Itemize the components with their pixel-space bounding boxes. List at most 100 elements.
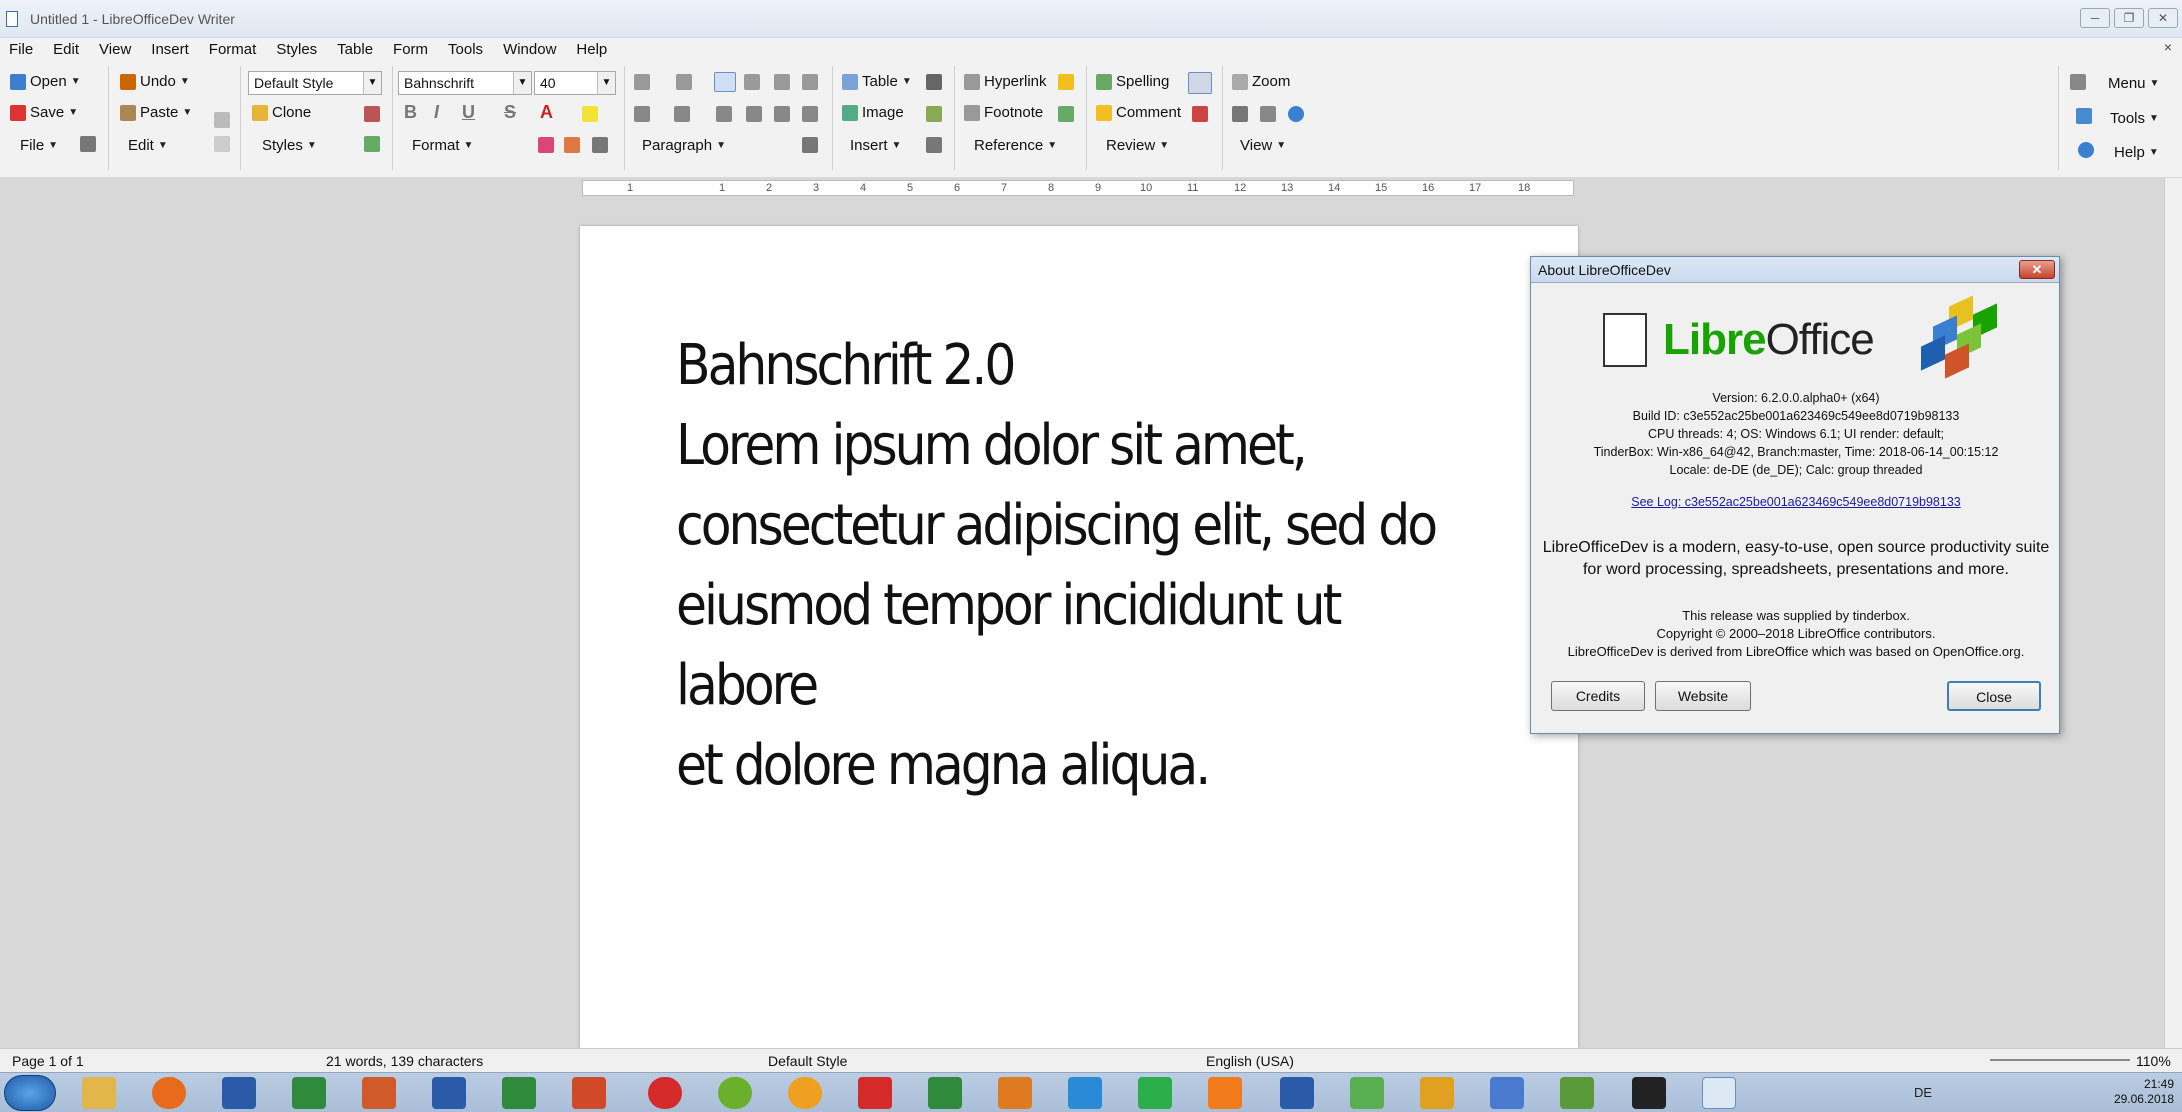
menu-format[interactable]: Format bbox=[199, 41, 267, 58]
view-group-button[interactable]: View ▼ bbox=[1240, 137, 1286, 154]
font-effects-icon[interactable] bbox=[592, 137, 608, 153]
app-icon[interactable] bbox=[1490, 1077, 1524, 1109]
decrease-indent-icon[interactable] bbox=[716, 106, 732, 122]
italic-button[interactable]: I bbox=[434, 102, 439, 123]
see-log-link[interactable]: See Log: c3e552ac25be001a623469c549ee8d0… bbox=[1531, 495, 2061, 509]
para-spacing-up-icon[interactable] bbox=[774, 106, 790, 122]
textmaker-icon[interactable] bbox=[858, 1077, 892, 1109]
firefox-icon[interactable] bbox=[152, 1077, 186, 1109]
minimize-button[interactable]: ─ bbox=[2080, 8, 2110, 28]
align-right-icon[interactable] bbox=[774, 74, 790, 90]
app-icon[interactable] bbox=[1560, 1077, 1594, 1109]
update-style-icon[interactable] bbox=[364, 136, 380, 152]
zoom-button[interactable]: Zoom bbox=[1232, 73, 1290, 90]
underline-button[interactable]: U bbox=[462, 102, 475, 123]
clone-button[interactable]: Clone bbox=[252, 104, 311, 121]
menu-view[interactable]: View bbox=[89, 41, 141, 58]
ccleaner-icon[interactable] bbox=[1632, 1077, 1666, 1109]
font-name-combo[interactable]: Bahnschrift ▼ bbox=[398, 71, 532, 95]
credits-button[interactable]: Credits bbox=[1551, 681, 1645, 711]
powerpoint-icon[interactable] bbox=[572, 1077, 606, 1109]
paragraph-group-button[interactable]: Paragraph ▼ bbox=[642, 137, 726, 154]
start-button[interactable] bbox=[4, 1075, 56, 1111]
menu-insert[interactable]: Insert bbox=[141, 41, 199, 58]
shrink-font-icon[interactable] bbox=[564, 137, 580, 153]
print-icon[interactable] bbox=[80, 136, 96, 152]
libreoffice-writer-icon[interactable] bbox=[1702, 1077, 1736, 1109]
undo-button[interactable]: Undo ▼ bbox=[120, 73, 190, 90]
special-character-icon[interactable] bbox=[926, 74, 942, 90]
bullets-icon[interactable] bbox=[634, 106, 650, 122]
file-group-button[interactable]: File ▼ bbox=[20, 137, 58, 154]
bookmark-star-icon[interactable] bbox=[1058, 74, 1074, 90]
input-language[interactable]: DE bbox=[1914, 1085, 1932, 1100]
menu-tools[interactable]: Tools bbox=[438, 41, 493, 58]
language-status[interactable]: English (USA) bbox=[1206, 1053, 1294, 1069]
clock[interactable]: 21:49 29.06.2018 bbox=[2114, 1077, 2174, 1107]
close-window-button[interactable]: ✕ bbox=[2148, 8, 2178, 28]
web-view-icon[interactable] bbox=[1288, 106, 1304, 122]
spreadsheet-icon[interactable] bbox=[1138, 1077, 1172, 1109]
excel-icon[interactable] bbox=[502, 1077, 536, 1109]
review-group-button[interactable]: Review ▼ bbox=[1106, 137, 1169, 154]
align-left-icon[interactable] bbox=[714, 72, 736, 92]
tools-button[interactable]: Tools ▼ bbox=[2110, 110, 2159, 127]
para-spacing-down-icon[interactable] bbox=[802, 106, 818, 122]
paragraph-style-combo[interactable]: Default Style ▼ bbox=[248, 71, 382, 95]
save-button[interactable]: Save ▼ bbox=[10, 104, 78, 121]
planmaker-icon[interactable] bbox=[718, 1077, 752, 1109]
hyperlink-button[interactable]: Hyperlink bbox=[964, 73, 1047, 90]
track-changes-icon[interactable] bbox=[1192, 106, 1208, 122]
document-text[interactable]: Bahnschrift 2.0 Lorem ipsum dolor sit am… bbox=[676, 326, 1476, 806]
textmaker-icon[interactable] bbox=[648, 1077, 682, 1109]
font-size-combo[interactable]: 40 ▼ bbox=[534, 71, 616, 95]
clear-formatting-icon[interactable] bbox=[364, 106, 380, 122]
horizontal-ruler[interactable]: 1 1 2 3 4 5 6 7 8 9 10 11 12 13 14 15 16… bbox=[582, 180, 1574, 196]
menu-help[interactable]: Help bbox=[566, 41, 617, 58]
spelling-button[interactable]: Spelling bbox=[1096, 73, 1169, 90]
restore-button[interactable]: ❐ bbox=[2114, 8, 2144, 28]
numbering-icon[interactable] bbox=[674, 106, 690, 122]
menu-edit[interactable]: Edit bbox=[43, 41, 89, 58]
font-color-button[interactable]: A bbox=[540, 102, 553, 123]
help-button[interactable]: Help ▼ bbox=[2114, 144, 2159, 161]
document-page[interactable]: Bahnschrift 2.0 Lorem ipsum dolor sit am… bbox=[580, 226, 1578, 1048]
presentations-icon[interactable] bbox=[998, 1077, 1032, 1109]
open-button[interactable]: Open ▼ bbox=[10, 73, 81, 90]
formatting-marks-icon[interactable] bbox=[1232, 106, 1248, 122]
grow-font-icon[interactable] bbox=[538, 137, 554, 153]
table-button[interactable]: Table ▼ bbox=[842, 73, 912, 90]
reference-group-button[interactable]: Reference ▼ bbox=[974, 137, 1057, 154]
menu-styles[interactable]: Styles bbox=[266, 41, 327, 58]
chart-icon[interactable] bbox=[926, 106, 942, 122]
menu-table[interactable]: Table bbox=[327, 41, 383, 58]
menu-window[interactable]: Window bbox=[493, 41, 566, 58]
page-style[interactable]: Default Style bbox=[768, 1053, 847, 1069]
word-icon[interactable] bbox=[432, 1077, 466, 1109]
styles-group-button[interactable]: Styles ▼ bbox=[262, 137, 317, 154]
comment-button[interactable]: Comment bbox=[1096, 104, 1181, 121]
tools-icon[interactable] bbox=[2076, 108, 2092, 124]
paste-button[interactable]: Paste ▼ bbox=[120, 104, 192, 121]
zoom-slider[interactable] bbox=[1990, 1059, 2130, 1061]
slides-icon[interactable] bbox=[1208, 1077, 1242, 1109]
edit-group-button[interactable]: Edit ▼ bbox=[128, 137, 168, 154]
close-document-icon[interactable]: × bbox=[2164, 39, 2172, 55]
word-icon[interactable] bbox=[222, 1077, 256, 1109]
help-icon[interactable] bbox=[2078, 142, 2094, 158]
copy-icon[interactable] bbox=[214, 136, 230, 152]
preview-icon[interactable] bbox=[1260, 106, 1276, 122]
footnote-button[interactable]: Footnote bbox=[964, 104, 1043, 121]
vertical-scrollbar[interactable] bbox=[2164, 178, 2182, 1048]
indent-icon[interactable] bbox=[676, 74, 692, 90]
menu-file[interactable]: File bbox=[0, 41, 43, 58]
zoom-level[interactable]: 110% bbox=[2136, 1053, 2171, 1069]
app-icon[interactable] bbox=[1350, 1077, 1384, 1109]
presentations-icon[interactable] bbox=[788, 1077, 822, 1109]
pilcrow-icon[interactable] bbox=[802, 137, 818, 153]
increase-indent-icon[interactable] bbox=[746, 106, 762, 122]
align-center-icon[interactable] bbox=[744, 74, 760, 90]
writer-app-icon[interactable] bbox=[1068, 1077, 1102, 1109]
menu-button[interactable]: Menu ▼ bbox=[2108, 75, 2159, 92]
cut-icon[interactable] bbox=[214, 112, 230, 128]
